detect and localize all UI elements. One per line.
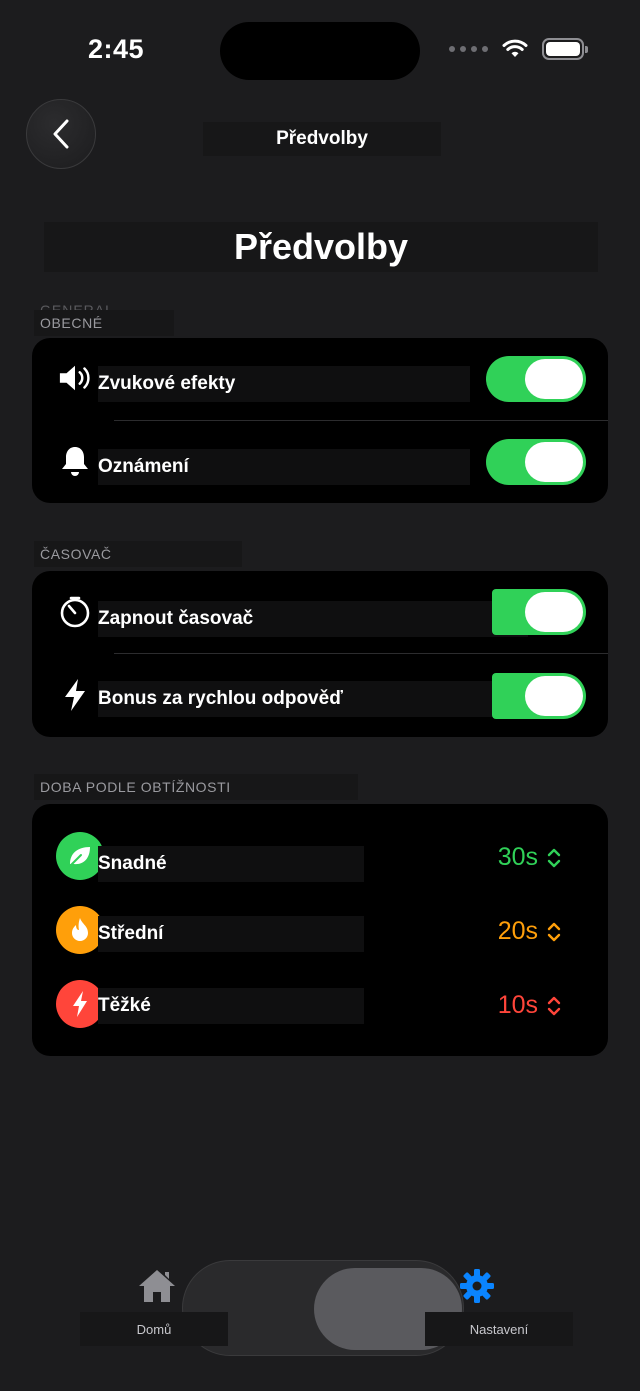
timer-icon — [58, 595, 92, 629]
status-time: 2:45 — [88, 34, 145, 64]
leaf-icon — [56, 832, 104, 880]
speaker-icon — [58, 361, 92, 395]
section-header-timer: ČASOVAČ — [34, 541, 242, 567]
section-header-difficulty: DOBA PODLE OBTÍŽNOSTI — [34, 774, 358, 800]
difficulty-row-easy[interactable]: Snadné 30s — [32, 832, 608, 884]
settings-row-timer: Zapnout časovač — [32, 589, 608, 637]
enable-timer-toggle[interactable] — [492, 589, 586, 635]
difficulty-value: 30s — [497, 843, 538, 871]
settings-row-sound: Zvukové efekty — [32, 356, 608, 402]
difficulty-value: 10s — [497, 991, 538, 1019]
difficulty-label: Střední — [98, 916, 364, 952]
speed-bonus-toggle[interactable] — [492, 673, 586, 719]
difficulty-label: Těžké — [98, 988, 364, 1024]
difficulty-row-hard[interactable]: Těžké 10s — [32, 980, 608, 1032]
notifications-toggle[interactable] — [486, 439, 586, 485]
flame-icon — [56, 906, 104, 954]
divider — [114, 420, 608, 421]
divider — [114, 653, 608, 654]
enable-timer-label: Zapnout časovač — [98, 601, 528, 637]
settings-row-notifications: Oznámení — [32, 439, 608, 485]
dynamic-island — [220, 22, 420, 80]
tab-label: Nastavení — [425, 1312, 573, 1346]
chevron-up-down-icon — [547, 922, 561, 942]
difficulty-card: Snadné 30s Střední 20s Těžké 10s — [32, 804, 608, 1056]
gear-icon — [460, 1269, 494, 1303]
difficulty-value: 20s — [497, 917, 538, 945]
chevron-left-icon — [53, 119, 69, 149]
sound-effects-label: Zvukové efekty — [98, 366, 470, 402]
difficulty-row-medium[interactable]: Střední 20s — [32, 906, 608, 958]
nav-title: Předvolby — [203, 122, 441, 156]
tab-home[interactable]: Domů — [80, 1264, 228, 1346]
sound-effects-toggle[interactable] — [486, 356, 586, 402]
difficulty-label: Snadné — [98, 846, 364, 882]
page-title: Předvolby — [44, 222, 598, 272]
cellular-signal-icon — [449, 46, 488, 52]
section-header-faint: GENERAL — [40, 302, 114, 310]
notifications-label: Oznámení — [98, 449, 470, 485]
timer-card: Zapnout časovač Bonus za rychlou odpověď — [32, 571, 608, 737]
settings-row-speed-bonus: Bonus za rychlou odpověď — [32, 673, 608, 719]
tab-label: Domů — [80, 1312, 228, 1346]
wifi-icon — [502, 39, 528, 57]
chevron-up-down-icon — [547, 848, 561, 868]
bolt-icon — [58, 678, 92, 712]
general-card: Zvukové efekty Oznámení — [32, 338, 608, 503]
back-button[interactable] — [26, 99, 96, 169]
bell-icon — [58, 444, 92, 478]
speed-bonus-label: Bonus za rychlou odpověď — [98, 681, 528, 717]
house-icon — [139, 1270, 175, 1302]
status-icons — [449, 38, 588, 60]
bolt-icon — [56, 980, 104, 1028]
chevron-up-down-icon — [547, 996, 561, 1016]
battery-icon — [542, 38, 588, 60]
tab-settings[interactable]: Nastavení — [425, 1264, 573, 1346]
section-header-general: OBECNÉ — [34, 310, 174, 336]
